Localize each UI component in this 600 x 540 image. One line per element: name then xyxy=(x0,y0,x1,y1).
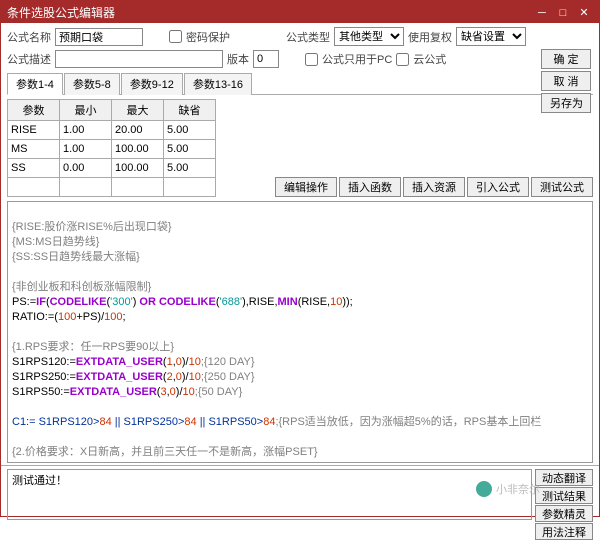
code-editor[interactable]: {RISE:股价涨RISE%后出现口袋} {MS:MS日趋势线} {SS:SS日… xyxy=(7,201,593,463)
param-name-input[interactable] xyxy=(8,178,59,196)
import-formula-button[interactable]: 引入公式 xyxy=(467,177,529,197)
cloud-label: 云公式 xyxy=(413,51,446,67)
edit-op-button[interactable]: 编辑操作 xyxy=(275,177,337,197)
formula-type-select[interactable]: 其他类型 xyxy=(334,27,404,46)
tab-params-1-4[interactable]: 参数1-4 xyxy=(7,73,63,95)
tab-params-5-8[interactable]: 参数5-8 xyxy=(64,73,120,95)
table-row xyxy=(8,159,216,178)
cloud-checkbox[interactable] xyxy=(396,53,409,66)
param-name-input[interactable] xyxy=(8,140,59,158)
param-max-input[interactable] xyxy=(112,121,163,139)
table-row xyxy=(8,140,216,159)
formula-name-label: 公式名称 xyxy=(7,29,51,45)
password-checkbox[interactable] xyxy=(169,30,182,43)
param-name-input[interactable] xyxy=(8,159,59,177)
param-max-input[interactable] xyxy=(112,159,163,177)
tab-params-9-12[interactable]: 参数9-12 xyxy=(121,73,183,95)
param-max-input[interactable] xyxy=(112,140,163,158)
tab-params-13-16[interactable]: 参数13-16 xyxy=(184,73,252,95)
param-def-input[interactable] xyxy=(164,121,215,139)
table-row xyxy=(8,121,216,140)
param-header-name: 参数 xyxy=(8,100,60,121)
test-formula-button[interactable]: 测试公式 xyxy=(531,177,593,197)
param-min-input[interactable] xyxy=(60,159,111,177)
minimize-icon[interactable]: ─ xyxy=(533,7,551,19)
testresult-button[interactable]: 测试结果 xyxy=(535,487,593,504)
pconly-label: 公式只用于PC xyxy=(322,51,392,67)
pconly-checkbox[interactable] xyxy=(305,53,318,66)
formula-name-input[interactable] xyxy=(55,28,143,46)
insert-fn-button[interactable]: 插入函数 xyxy=(339,177,401,197)
version-label: 版本 xyxy=(227,51,249,67)
maximize-icon[interactable]: □ xyxy=(554,7,572,19)
translate-button[interactable]: 动态翻译 xyxy=(535,469,593,486)
window-title: 条件选股公式编辑器 xyxy=(7,4,115,21)
watermark: 小非奈尔 xyxy=(476,481,540,497)
saveas-button[interactable]: 另存为 xyxy=(541,93,591,113)
formula-type-label: 公式类型 xyxy=(286,29,330,45)
param-header-min: 最小 xyxy=(60,100,112,121)
param-table: 参数 最小 最大 缺省 xyxy=(7,99,216,197)
wechat-icon xyxy=(476,481,492,497)
insert-res-button[interactable]: 插入资源 xyxy=(403,177,465,197)
version-input[interactable] xyxy=(253,50,279,68)
param-header-def: 缺省 xyxy=(164,100,216,121)
param-header-max: 最大 xyxy=(112,100,164,121)
table-row xyxy=(8,178,216,197)
param-min-input[interactable] xyxy=(60,178,111,196)
cancel-button[interactable]: 取 消 xyxy=(541,71,591,91)
param-name-input[interactable] xyxy=(8,121,59,139)
close-icon[interactable]: ✕ xyxy=(575,6,593,19)
param-min-input[interactable] xyxy=(60,121,111,139)
complexity-label: 使用复权 xyxy=(408,29,452,45)
formula-desc-label: 公式描述 xyxy=(7,51,51,67)
result-output: 测试通过！ xyxy=(7,469,532,520)
param-def-input[interactable] xyxy=(164,140,215,158)
param-min-input[interactable] xyxy=(60,140,111,158)
password-label: 密码保护 xyxy=(186,29,230,45)
ok-button[interactable]: 确 定 xyxy=(541,49,591,69)
param-def-input[interactable] xyxy=(164,159,215,177)
complexity-select[interactable]: 缺省设置 xyxy=(456,27,526,46)
paramwiz-button[interactable]: 参数精灵 xyxy=(535,505,593,522)
param-max-input[interactable] xyxy=(112,178,163,196)
formula-desc-input[interactable] xyxy=(55,50,223,68)
usage-button[interactable]: 用法注释 xyxy=(535,523,593,540)
param-def-input[interactable] xyxy=(164,178,215,196)
